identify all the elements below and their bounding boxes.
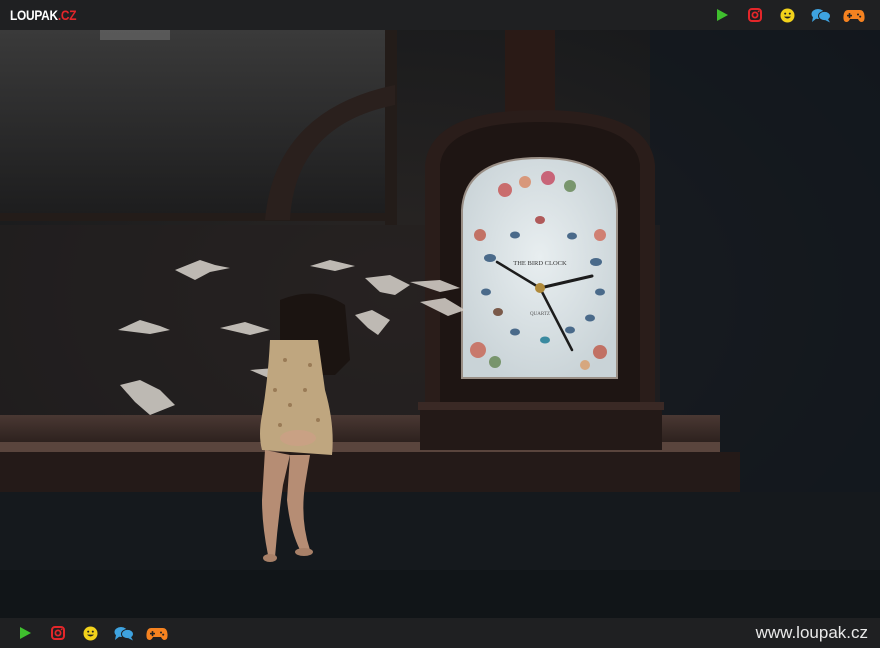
- chat-icon[interactable]: [804, 4, 837, 26]
- instagram-icon[interactable]: [738, 4, 771, 26]
- logo-main: LOUPAK: [10, 7, 58, 23]
- instagram-icon[interactable]: [41, 622, 74, 644]
- gamepad-icon[interactable]: [140, 622, 173, 644]
- top-nav-icons: [705, 4, 870, 26]
- chat-icon[interactable]: [107, 622, 140, 644]
- clock-brand-text: QUARTZ: [530, 312, 550, 317]
- smiley-icon[interactable]: [771, 4, 804, 26]
- site-url[interactable]: www.loupak.cz: [756, 623, 868, 643]
- clock-face-title: THE BIRD CLOCK: [513, 260, 567, 267]
- bottom-nav-icons: [8, 622, 173, 644]
- gamepad-icon[interactable]: [837, 4, 870, 26]
- logo-tld: .CZ: [57, 7, 77, 23]
- play-icon[interactable]: [705, 4, 738, 26]
- main-photo: THE BIRD CLOCK QUARTZ: [0, 30, 880, 618]
- play-icon[interactable]: [8, 622, 41, 644]
- site-logo[interactable]: LOUPAK.CZ: [10, 7, 76, 23]
- smiley-icon[interactable]: [74, 622, 107, 644]
- bottom-bar: www.loupak.cz: [0, 618, 880, 648]
- top-bar: LOUPAK.CZ: [0, 0, 880, 30]
